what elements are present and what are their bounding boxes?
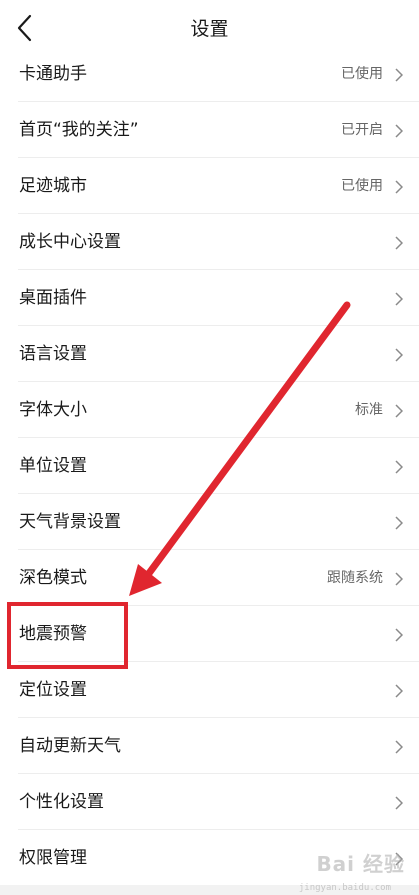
row-label: 定位设置 xyxy=(19,680,87,700)
watermark-logo: Bai 经验 xyxy=(316,852,405,876)
chevron-right-icon xyxy=(395,180,403,194)
chevron-right-icon xyxy=(395,404,403,418)
setting-row-desktop-widget[interactable]: 桌面插件 xyxy=(18,270,419,326)
chevron-right-icon xyxy=(395,460,403,474)
chevron-right-icon xyxy=(395,348,403,362)
watermark-url: jingyan.baidu.com xyxy=(298,883,391,893)
chevron-right-icon xyxy=(395,124,403,138)
row-label: 桌面插件 xyxy=(19,288,87,308)
row-value: 已使用 xyxy=(341,178,383,194)
chevron-right-icon xyxy=(395,516,403,530)
row-label: 自动更新天气 xyxy=(19,736,121,756)
row-label: 个性化设置 xyxy=(19,792,104,812)
chevron-right-icon xyxy=(395,236,403,250)
row-label: 天气背景设置 xyxy=(19,512,121,532)
setting-row-auto-update[interactable]: 自动更新天气 xyxy=(18,718,419,774)
setting-row-footprint-cities[interactable]: 足迹城市 已使用 xyxy=(18,158,419,214)
row-value: 已开启 xyxy=(341,122,383,138)
chevron-right-icon xyxy=(395,572,403,586)
chevron-right-icon xyxy=(395,796,403,810)
row-label: 单位设置 xyxy=(19,456,87,476)
top-bar: 设置 xyxy=(0,0,419,56)
row-label: 成长中心设置 xyxy=(19,232,121,252)
row-label: 权限管理 xyxy=(19,848,87,868)
setting-row-weather-background[interactable]: 天气背景设置 xyxy=(18,494,419,550)
setting-row-units[interactable]: 单位设置 xyxy=(18,438,419,494)
row-label: 深色模式 xyxy=(19,568,87,588)
row-label: 足迹城市 xyxy=(19,176,87,196)
settings-list: 卡通助手 已使用 首页“我的关注” 已开启 足迹城市 已使用 成长中心设置 桌面… xyxy=(0,46,419,886)
row-label: 首页“我的关注” xyxy=(19,120,139,140)
setting-row-home-follow[interactable]: 首页“我的关注” 已开启 xyxy=(18,102,419,158)
chevron-right-icon xyxy=(395,68,403,82)
chevron-right-icon xyxy=(395,740,403,754)
row-label: 字体大小 xyxy=(19,400,87,420)
setting-row-font-size[interactable]: 字体大小 标准 xyxy=(18,382,419,438)
chevron-right-icon xyxy=(395,684,403,698)
row-label: 语言设置 xyxy=(19,344,87,364)
setting-row-language[interactable]: 语言设置 xyxy=(18,326,419,382)
setting-row-dark-mode[interactable]: 深色模式 跟随系统 xyxy=(18,550,419,606)
setting-row-location[interactable]: 定位设置 xyxy=(18,662,419,718)
row-value: 标准 xyxy=(355,402,383,418)
row-value: 跟随系统 xyxy=(327,570,383,586)
row-label: 地震预警 xyxy=(19,624,87,644)
setting-row-earthquake-warning[interactable]: 地震预警 xyxy=(18,606,419,662)
setting-row-personalization[interactable]: 个性化设置 xyxy=(18,774,419,830)
chevron-right-icon xyxy=(395,292,403,306)
setting-row-growth-center[interactable]: 成长中心设置 xyxy=(18,214,419,270)
page-title: 设置 xyxy=(190,18,229,40)
chevron-right-icon xyxy=(395,628,403,642)
